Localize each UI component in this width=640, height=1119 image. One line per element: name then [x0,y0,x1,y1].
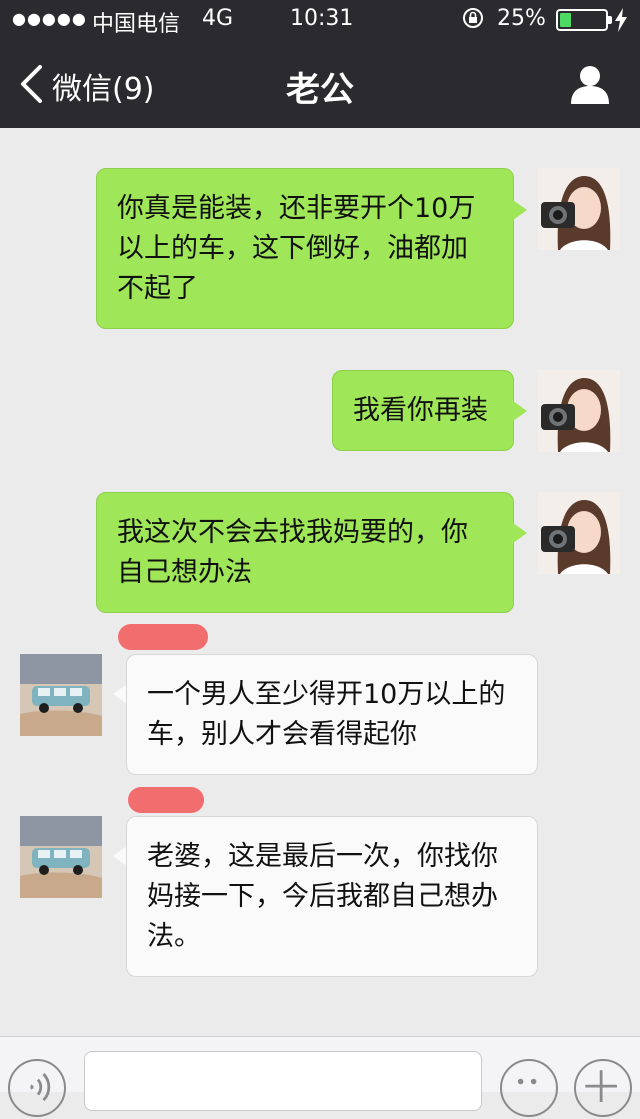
message-text: 你真是能装，还非要开个10万以上的车，这下倒好，油都加不起了 [117,193,476,304]
status-bar: ●●●●● 中国电信 4G 10:31 25% [0,0,640,40]
message-text: 老婆，这是最后一次，你找你妈接一下，今后我都自己想办法。 [147,841,498,952]
emoji-icon[interactable] [500,1059,558,1117]
message-bubble-sent[interactable]: 你真是能装，还非要开个10万以上的车，这下倒好，油都加不起了 [96,168,514,329]
battery-icon [556,9,612,31]
avatar[interactable] [20,816,102,898]
message-bubble-sent[interactable]: 我这次不会去找我妈要的，你自己想办法 [96,492,514,613]
rotation-lock-icon [463,8,483,28]
input-bar [0,1036,640,1117]
carrier-name: 中国电信 [92,12,181,37]
avatar[interactable] [538,168,620,250]
message-bubble-sent[interactable]: 我看你再装 [332,370,514,451]
battery-fill [560,13,571,27]
message-text: 我看你再装 [353,395,488,426]
message-bubble-received[interactable]: 一个男人至少得开10万以上的车，别人才会看得起你 [126,654,538,775]
clock: 10:31 [290,6,354,31]
message-bubble-received[interactable]: 老婆，这是最后一次，你找你妈接一下，今后我都自己想办法。 [126,816,538,977]
navigation-bar: 微信(9) 老公 [0,40,640,128]
plus-icon[interactable] [574,1059,632,1117]
message-text: 一个男人至少得开10万以上的车，别人才会看得起你 [147,679,506,750]
charging-icon [615,8,627,32]
avatar[interactable] [538,492,620,574]
avatar[interactable] [20,654,102,736]
message-text: 我这次不会去找我妈要的，你自己想办法 [117,517,468,588]
avatar[interactable] [538,370,620,452]
network-type: 4G [202,6,234,31]
voice-icon[interactable] [8,1059,66,1117]
user-icon[interactable] [568,64,612,104]
battery-percent: 25% [497,6,546,31]
message-input[interactable] [84,1051,482,1111]
chat-title: 老公 [286,70,354,110]
signal-strength: ●●●●● [12,9,87,28]
redacted-sender-name [128,787,204,813]
redacted-sender-name [118,624,208,650]
